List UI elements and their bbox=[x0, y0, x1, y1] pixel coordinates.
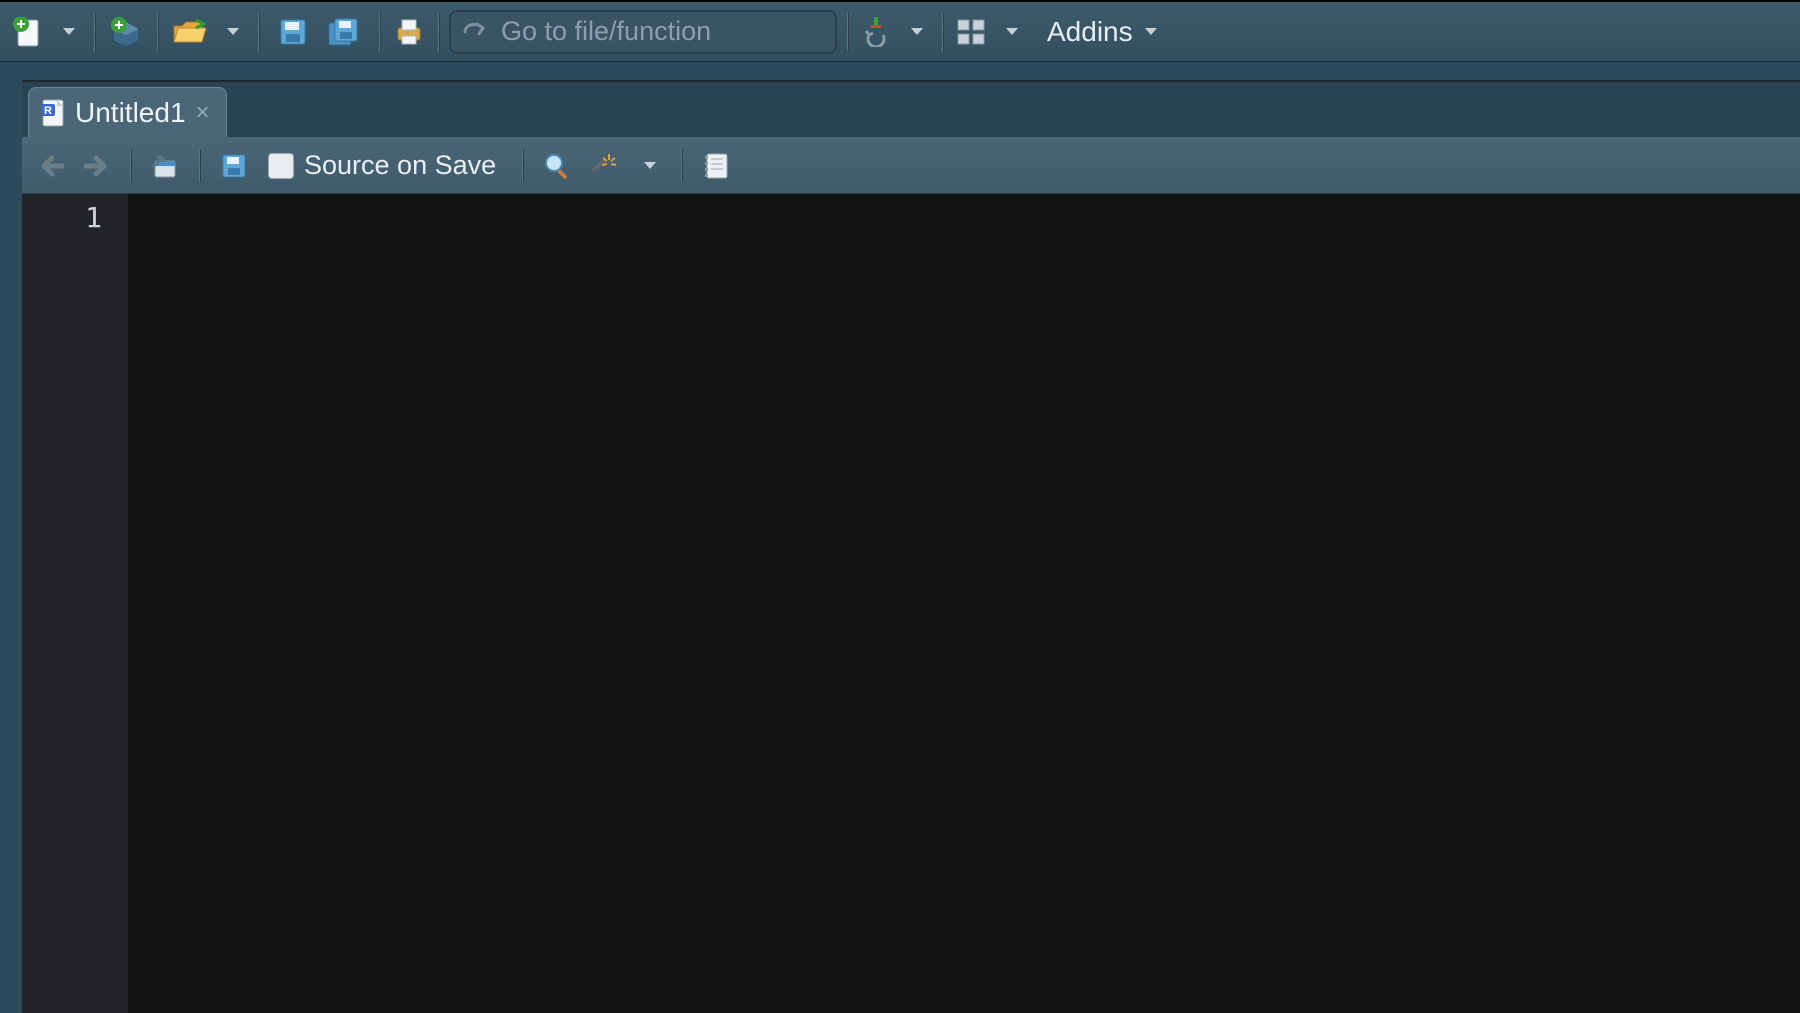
print-button[interactable] bbox=[390, 12, 428, 52]
addins-menu[interactable]: Addins bbox=[1029, 12, 1165, 52]
toolbar-separator bbox=[847, 13, 848, 51]
refresh-icon bbox=[863, 17, 889, 47]
main-toolbar: Go to file/function Addins bbox=[0, 0, 1800, 62]
notebook-icon bbox=[703, 152, 729, 180]
wand-icon bbox=[587, 152, 617, 180]
save-all-icon bbox=[327, 17, 359, 47]
new-file-button[interactable] bbox=[8, 12, 46, 52]
r-file-icon: R bbox=[39, 98, 65, 128]
toolbar-separator bbox=[942, 13, 943, 51]
find-replace-button[interactable] bbox=[539, 146, 575, 186]
chevron-down-icon bbox=[63, 28, 75, 35]
toolbar-separator bbox=[258, 13, 259, 51]
open-folder-icon bbox=[172, 18, 206, 46]
toolbar-separator bbox=[157, 13, 158, 51]
chevron-down-icon bbox=[911, 28, 923, 35]
new-project-icon bbox=[109, 17, 143, 47]
save-all-button[interactable] bbox=[323, 12, 363, 52]
open-file-dropdown[interactable] bbox=[212, 12, 248, 52]
open-file-button[interactable] bbox=[168, 12, 210, 52]
svg-text:R: R bbox=[44, 105, 52, 117]
toolbar-separator bbox=[94, 13, 95, 51]
toolbar-separator bbox=[681, 150, 682, 182]
chevron-down-icon bbox=[227, 28, 239, 35]
print-icon bbox=[394, 18, 424, 46]
toolbar-separator bbox=[130, 150, 131, 182]
magnifier-icon bbox=[543, 152, 571, 180]
code-editor[interactable] bbox=[128, 194, 1800, 1013]
save-icon bbox=[279, 18, 307, 46]
goto-file-function-search[interactable]: Go to file/function bbox=[449, 10, 837, 54]
editor-tab-bar: R Untitled1 × bbox=[22, 82, 1800, 138]
chevron-down-icon bbox=[1145, 28, 1157, 35]
show-in-new-window-button[interactable] bbox=[147, 146, 183, 186]
toolbar-separator bbox=[438, 13, 439, 51]
goto-placeholder: Go to file/function bbox=[501, 16, 711, 47]
toolbar-separator bbox=[379, 13, 380, 51]
toolbar-separator bbox=[522, 150, 523, 182]
source-editor-panel: R Untitled1 × bbox=[22, 80, 1800, 1013]
load-all-dropdown[interactable] bbox=[896, 12, 932, 52]
code-tools-button[interactable] bbox=[583, 146, 621, 186]
source-on-save-checkbox[interactable] bbox=[268, 153, 294, 179]
load-all-button[interactable] bbox=[858, 12, 894, 52]
editor-tab-untitled1[interactable]: R Untitled1 × bbox=[28, 87, 227, 137]
save-button[interactable] bbox=[275, 12, 311, 52]
source-on-save-label: Source on Save bbox=[304, 150, 496, 181]
line-number: 1 bbox=[22, 200, 128, 236]
tab-title: Untitled1 bbox=[75, 97, 186, 129]
compile-report-button[interactable] bbox=[698, 146, 734, 186]
new-project-button[interactable] bbox=[105, 12, 147, 52]
save-icon bbox=[221, 153, 247, 179]
chevron-down-icon bbox=[1006, 28, 1018, 35]
toolbar-separator bbox=[199, 150, 200, 182]
save-document-button[interactable] bbox=[216, 146, 252, 186]
chevron-down-icon bbox=[644, 162, 656, 169]
editor-area: 1 bbox=[22, 194, 1800, 1013]
addins-label: Addins bbox=[1047, 16, 1133, 48]
nav-forward-button[interactable] bbox=[78, 146, 114, 186]
pane-layout-button[interactable] bbox=[953, 12, 989, 52]
arrow-left-icon bbox=[40, 155, 64, 177]
close-tab-button[interactable]: × bbox=[196, 99, 210, 127]
code-tools-dropdown[interactable] bbox=[629, 146, 665, 186]
new-file-dropdown[interactable] bbox=[48, 12, 84, 52]
popout-icon bbox=[151, 153, 179, 179]
new-file-icon bbox=[12, 17, 42, 47]
editor-toolbar: Source on Save bbox=[22, 138, 1800, 194]
line-number-gutter: 1 bbox=[22, 194, 128, 1013]
grid-icon bbox=[957, 19, 985, 45]
pane-layout-dropdown[interactable] bbox=[991, 12, 1027, 52]
source-on-save-toggle[interactable]: Source on Save bbox=[268, 150, 496, 181]
arrow-right-icon bbox=[84, 155, 108, 177]
nav-back-button[interactable] bbox=[34, 146, 70, 186]
goto-arrow-icon bbox=[463, 20, 489, 44]
